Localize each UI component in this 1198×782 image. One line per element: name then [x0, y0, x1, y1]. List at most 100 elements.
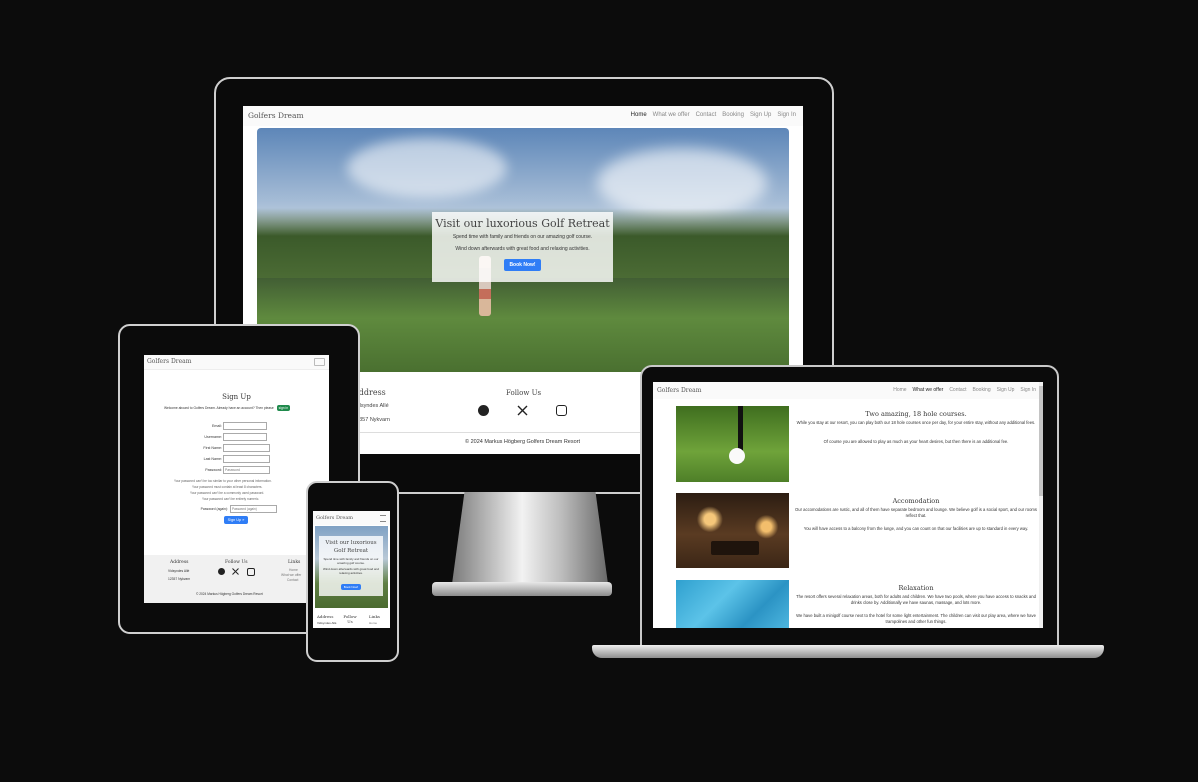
offer-text: Our accomodations are rustic, and all of… [795, 507, 1037, 518]
password-field[interactable]: Password [223, 466, 270, 474]
phone-link-home[interactable]: Home [369, 621, 377, 625]
phone-brand[interactable]: Golfers Dream [316, 515, 353, 521]
nav-sign-in[interactable]: Sign In [777, 112, 796, 118]
last-name-field[interactable] [223, 455, 270, 463]
hero-title: Visit our luxorious Golf Retreat [435, 217, 610, 230]
tablet-city: 12357 Nykvarn [168, 577, 191, 581]
username-field[interactable] [223, 433, 267, 441]
email-label: Email: [212, 424, 222, 428]
facebook-icon[interactable] [478, 405, 489, 416]
password-label: Password: [205, 468, 222, 472]
tablet-screen: Golfers Dream Sign Up Welcome aboard to … [144, 355, 329, 603]
tablet-street: Vidsyndes Allé [168, 569, 190, 573]
tablet-navbar: Golfers Dream [144, 355, 329, 370]
phone-hero-title: Visit our luxorious Golf Retreat [325, 540, 377, 554]
signin-link-button[interactable]: sign in [276, 405, 291, 411]
offer-text: While you stay at our resort, you can pl… [796, 420, 1036, 425]
signup-submit-button[interactable]: Sign Up » [224, 516, 248, 524]
offer-title: Two amazing, 18 hole courses. [865, 410, 967, 418]
nav-booking[interactable]: Booking [722, 112, 744, 118]
phone-hero: Visit our luxorious Golf Retreat Spend t… [315, 526, 388, 608]
scrollbar-thumb[interactable] [1039, 386, 1043, 496]
first-name-field[interactable] [223, 444, 270, 452]
phone-links-title: Links [369, 614, 380, 619]
signup-title: Sign Up [222, 393, 251, 401]
pool-image [676, 580, 789, 628]
book-now-button[interactable]: Book Now! [504, 259, 541, 271]
offer-text: We have built a minigolf course next to … [796, 613, 1036, 624]
offer-title: Relaxation [898, 584, 934, 592]
accommodation-image [676, 493, 789, 568]
password-rule: Your password must contain at least 8 ch… [192, 485, 263, 489]
laptop-base [592, 645, 1104, 658]
password-rule: Your password can't be entirely numeric. [202, 497, 260, 501]
nav-sign-up[interactable]: Sign Up [750, 112, 771, 118]
nav-contact[interactable]: Contact [696, 112, 717, 118]
nav-booking[interactable]: Booking [973, 387, 991, 393]
tablet-link-home[interactable]: Home [289, 568, 298, 572]
tablet-follow-title: Follow Us [225, 560, 248, 565]
golf-ball [729, 448, 745, 464]
x-twitter-icon[interactable] [517, 405, 528, 416]
footer-follow-title: Follow Us [506, 389, 542, 397]
monitor-stand [452, 492, 608, 584]
nav-home[interactable]: Home [631, 112, 647, 118]
offer-text: You will have access to a balcony from t… [803, 526, 1029, 531]
signup-intro-text: Welcome aboard to Golfers Dream. Already… [164, 406, 274, 410]
cloud-shape [347, 138, 507, 198]
signup-intro: Welcome aboard to Golfers Dream. Already… [164, 405, 291, 411]
nav-contact[interactable]: Contact [949, 387, 966, 393]
monitor-base [432, 582, 612, 596]
phone-navbar: Golfers Dream [313, 511, 390, 525]
tablet-link-contact[interactable]: Contact [287, 578, 298, 582]
tablet-links-title: Links [288, 560, 301, 565]
instagram-icon[interactable] [247, 568, 255, 576]
nav-sign-up[interactable]: Sign Up [997, 387, 1015, 393]
brand-logo[interactable]: Golfers Dream [248, 111, 304, 120]
password-again-label: Password (again): [200, 507, 228, 511]
footer-copyright: © 2024 Markus Högberg Golfers Dream Reso… [465, 439, 581, 445]
phone-hero-line-1: Spend time with family and friends on ou… [323, 557, 379, 565]
laptop-screen: Golfers Dream Home What we offer Contact Bo… [653, 382, 1043, 628]
laptop-navbar: Golfers Dream Home What we offer Contact Bo… [653, 382, 1043, 399]
offer-text: The resort offers several relaxation are… [796, 594, 1036, 605]
offer-title: Accomodation [892, 497, 940, 505]
phone-hero-caption: Visit our luxorious Golf Retreat Spend t… [319, 536, 383, 596]
instagram-icon[interactable] [556, 405, 567, 416]
laptop-nav-links: Home What we offer Contact Booking Sign Up Si… [887, 387, 1036, 393]
phone-street: Vidsyndes Allé [317, 621, 337, 625]
tablet-copyright: © 2024 Markus Högberg Golfers Dream Reso… [196, 592, 263, 596]
scrollbar[interactable] [1039, 382, 1043, 628]
menu-toggle-icon[interactable] [314, 358, 325, 366]
password-rule: Your password can't be a commonly used p… [190, 491, 265, 495]
hero-caption-box: Visit our luxorious Golf Retreat Spend t… [432, 212, 613, 282]
laptop-brand[interactable]: Golfers Dream [657, 387, 701, 394]
first-name-label: First Name: [203, 446, 222, 450]
sofa-shape [711, 541, 759, 555]
phone-book-now-button[interactable]: Book Now! [340, 584, 362, 590]
hero-line-1: Spend time with family and friends on ou… [452, 234, 593, 240]
tablet-link-offer[interactable]: What we offer [281, 573, 301, 577]
nav-home[interactable]: Home [893, 387, 906, 393]
username-label: Username: [204, 435, 222, 439]
nav-what-we-offer[interactable]: What we offer [653, 112, 690, 118]
email-field[interactable] [223, 422, 267, 430]
tablet-brand[interactable]: Golfers Dream [147, 358, 191, 365]
offer-text: Of course you are allowed to play as muc… [823, 439, 1009, 444]
golf-ball-image [676, 406, 789, 482]
phone-screen: Golfers Dream Visit our luxorious Golf R… [313, 511, 390, 628]
phone-hero-line-2: Wind down afterwards with great food and… [322, 567, 380, 575]
last-name-label: Last Name: [203, 457, 222, 461]
phone-address-title: Address [317, 614, 334, 619]
menu-toggle-icon[interactable] [380, 515, 386, 522]
nav-what-we-offer[interactable]: What we offer [913, 387, 944, 393]
hero-line-2: Wind down afterwards with great food and… [455, 246, 590, 252]
facebook-icon[interactable] [218, 568, 225, 575]
x-twitter-icon[interactable] [232, 568, 239, 575]
password-again-field[interactable]: Password (again) [230, 505, 277, 513]
nav-links: Home What we offer Contact Booking Sign Up Si… [625, 112, 796, 118]
password-rule: Your password can't be too similar to yo… [174, 479, 272, 483]
navbar: Golfers Dream Home What we offer Contact Bo… [243, 106, 803, 126]
tablet-address-title: Address [170, 560, 189, 565]
nav-sign-in[interactable]: Sign In [1020, 387, 1036, 393]
